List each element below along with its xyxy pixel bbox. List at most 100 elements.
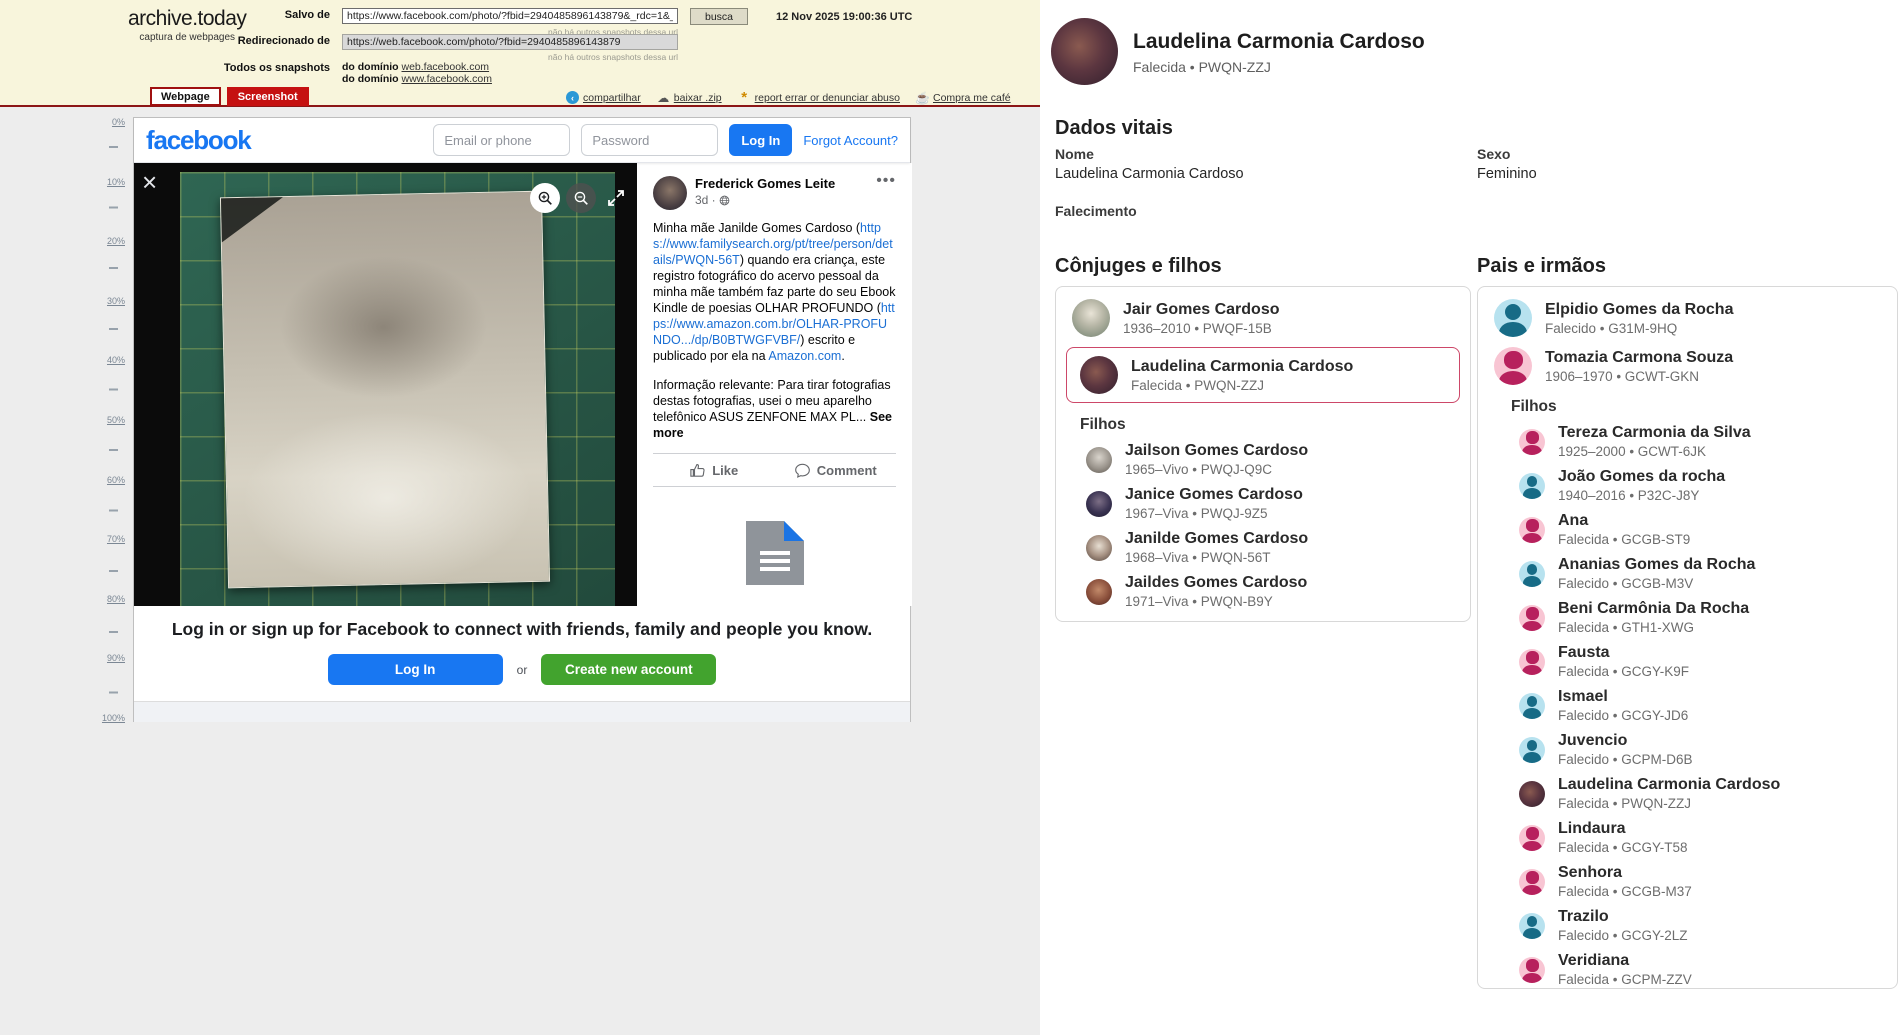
bug-icon — [738, 91, 751, 104]
create-account-button[interactable]: Create new account — [541, 654, 716, 685]
document-icon — [746, 521, 804, 585]
close-icon[interactable]: × — [142, 169, 157, 195]
zoom-percent-link[interactable]: 30% — [107, 296, 125, 306]
person-lifespan-id: Falecida • GCGB-ST9 — [1558, 531, 1690, 548]
facebook-logo[interactable]: facebook — [146, 125, 251, 156]
person-lifespan-id: 1968–Viva • PWQN-56T — [1125, 549, 1308, 566]
domain-link[interactable]: www.facebook.com — [402, 73, 492, 85]
av-photo-c1 — [1086, 447, 1112, 473]
sibling-row[interactable]: Lindaura Falecida • GCGY-T58 — [1519, 819, 1897, 856]
zoom-percent-link[interactable]: 40% — [107, 355, 125, 365]
share-icon — [566, 91, 579, 104]
sibling-row[interactable]: Fausta Falecida • GCGY-K9F — [1519, 643, 1897, 680]
sibling-row[interactable]: João Gomes da rocha 1940–2016 • P32C-J8Y — [1519, 467, 1897, 504]
toolbar-link[interactable]: compartilhar — [583, 92, 641, 104]
av-female — [1519, 517, 1545, 543]
like-button[interactable]: Like — [653, 454, 775, 486]
sibling-row[interactable]: Trazilo Falecido • GCGY-2LZ — [1519, 907, 1897, 944]
author-avatar[interactable] — [653, 176, 687, 210]
sex-label: Sexo — [1477, 146, 1510, 162]
child-row[interactable]: Jailson Gomes Cardoso 1965–Vivo • PWQJ-Q… — [1086, 441, 1470, 478]
post-header: Frederick Gomes Leite 3d · ••• — [653, 176, 896, 210]
sibling-row[interactable]: Ismael Falecido • GCGY-JD6 — [1519, 687, 1897, 724]
av-female — [1519, 957, 1545, 983]
person-lifespan-id: Falecida • GTH1-XWG — [1558, 619, 1749, 636]
redirected-url-input[interactable] — [342, 34, 678, 50]
globe-icon — [719, 195, 730, 206]
av-female — [1519, 429, 1545, 455]
zoom-percent-link[interactable]: 60% — [107, 475, 125, 485]
sibling-row[interactable]: Tereza Carmonia da Silva 1925–2000 • GCW… — [1519, 423, 1897, 460]
zoom-percent-link[interactable]: 20% — [107, 236, 125, 246]
child-row[interactable]: Janice Gomes Cardoso 1967–Viva • PWQJ-9Z… — [1086, 485, 1470, 522]
zoom-in-button[interactable] — [530, 183, 560, 213]
archive-tab[interactable]: Screenshot — [227, 87, 309, 106]
person-lifespan-id: 1936–2010 • PWQF-15B — [1123, 320, 1280, 337]
av-photo-c4 — [1086, 579, 1112, 605]
sibling-row[interactable]: Ananias Gomes da Rocha Falecido • GCGB-M… — [1519, 555, 1897, 592]
archive-tab[interactable]: Webpage — [150, 87, 221, 106]
zoom-percent-link[interactable]: 80% — [107, 594, 125, 604]
zoom-percent-link[interactable]: 50% — [107, 415, 125, 425]
sibling-row[interactable]: Beni Carmônia Da Rocha Falecida • GTH1-X… — [1519, 599, 1897, 636]
domain-row: do domínio web.facebook.com — [342, 61, 492, 73]
person-name: Veridiana — [1558, 951, 1692, 970]
toolbar-link[interactable]: report errar or denunciar abuso — [755, 92, 900, 104]
post-author-name[interactable]: Frederick Gomes Leite — [695, 176, 835, 191]
zoom-percent-link[interactable]: 90% — [107, 653, 125, 663]
spouses-heading: Cônjuges e filhos — [1055, 255, 1222, 278]
av-male — [1519, 561, 1545, 587]
banner-login-button[interactable]: Log In — [328, 654, 503, 685]
sibling-row[interactable]: Veridiana Falecida • GCPM-ZZV — [1519, 951, 1897, 988]
profile-avatar[interactable] — [1051, 18, 1118, 85]
spouse-row[interactable]: Jair Gomes Cardoso 1936–2010 • PWQF-15B — [1072, 299, 1454, 337]
person-name: Fausta — [1558, 643, 1689, 662]
busca-button[interactable]: busca — [690, 8, 748, 25]
child-row[interactable]: Janilde Gomes Cardoso 1968–Viva • PWQN-5… — [1086, 529, 1470, 566]
person-lifespan-id: 1906–1970 • GCWT-GKN — [1545, 368, 1733, 385]
sibling-row[interactable]: Juvencio Falecido • GCPM-D6B — [1519, 731, 1897, 768]
profile-status-id: Falecida • PWQN-ZZJ — [1133, 59, 1425, 75]
post-menu-icon[interactable]: ••• — [876, 176, 896, 210]
comment-button[interactable]: Comment — [775, 454, 897, 486]
zoom-percent-link[interactable]: 10% — [107, 177, 125, 187]
parent-row[interactable]: Tomazia Carmona Souza 1906–1970 • GCWT-G… — [1494, 347, 1881, 385]
person-name: Juvencio — [1558, 731, 1693, 750]
person-lifespan-id: Falecido • GCGB-M3V — [1558, 575, 1755, 592]
archive-header: archive.today captura de webpages Salvo … — [0, 0, 1040, 107]
toolbar-link[interactable]: Compra me café — [933, 92, 1011, 104]
saved-url-input[interactable] — [342, 8, 678, 24]
domain-link[interactable]: web.facebook.com — [402, 61, 490, 73]
zoom-percent-link[interactable]: 100% — [102, 713, 125, 723]
post-column: Frederick Gomes Leite 3d · ••• Minha mãe… — [637, 163, 912, 606]
fullscreen-icon[interactable] — [606, 188, 626, 213]
post-text-segment: Minha mãe Janilde Gomes Cardoso ( — [653, 221, 860, 235]
email-field[interactable] — [433, 124, 570, 156]
person-lifespan-id: Falecida • GCGY-K9F — [1558, 663, 1689, 680]
child-row[interactable]: Jaildes Gomes Cardoso 1971–Viva • PWQN-B… — [1086, 573, 1470, 610]
zoom-percent-link[interactable]: 70% — [107, 534, 125, 544]
person-name: Janice Gomes Cardoso — [1125, 485, 1303, 504]
zoom-out-button[interactable] — [566, 183, 596, 213]
post-link[interactable]: Amazon.com — [768, 349, 841, 363]
sibling-row[interactable]: Laudelina Carmonia Cardoso Falecida • PW… — [1519, 775, 1897, 812]
like-label: Like — [712, 463, 738, 478]
person-lifespan-id: Falecido • GCGY-JD6 — [1558, 707, 1688, 724]
facebook-footer-strip — [134, 701, 910, 722]
navbar-login-button[interactable]: Log In — [729, 124, 792, 156]
sibling-row[interactable]: Senhora Falecida • GCGB-M37 — [1519, 863, 1897, 900]
selected-person-box[interactable]: Laudelina Carmonia Cardoso Falecida • PW… — [1066, 347, 1460, 403]
person-lifespan-id: Falecida • PWQN-ZZJ — [1131, 377, 1353, 394]
toolbar-item: Compra me café — [916, 91, 1011, 104]
password-field[interactable] — [581, 124, 718, 156]
av-female — [1519, 825, 1545, 851]
parent-row[interactable]: Elpidio Gomes da Rocha Falecido • G31M-9… — [1494, 299, 1881, 337]
zoom-percent-link[interactable]: 0% — [112, 117, 125, 127]
sibling-row[interactable]: Ana Falecida • GCGB-ST9 — [1519, 511, 1897, 548]
comment-bubble-icon — [794, 462, 811, 479]
selected-person-row: Laudelina Carmonia Cardoso Falecida • PW… — [1080, 356, 1446, 394]
person-name: Jaildes Gomes Cardoso — [1125, 573, 1307, 592]
toolbar-link[interactable]: baixar .zip — [674, 92, 722, 104]
forgot-account-link[interactable]: Forgot Account? — [803, 133, 898, 148]
person-name: Senhora — [1558, 863, 1692, 882]
